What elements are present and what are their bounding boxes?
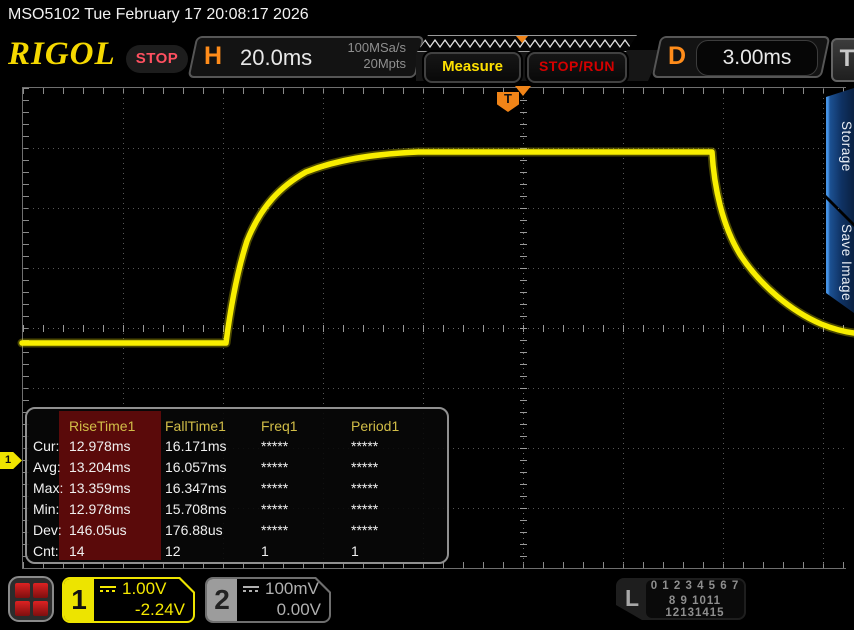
meas-cell: *****	[261, 457, 351, 478]
dc-coupling-icon	[100, 586, 116, 592]
channel-2-badge[interactable]: 2 100mV 0.00V	[205, 577, 331, 623]
meas-row-label: Dev:	[33, 520, 69, 541]
meas-cell: 1	[261, 541, 351, 562]
menu-grid-icon[interactable]	[8, 576, 54, 622]
h-label: H	[204, 42, 222, 71]
meas-corner	[33, 415, 69, 436]
grid-icon-square	[33, 601, 48, 616]
grid-icon-square	[15, 583, 30, 598]
ch2-number: 2	[207, 579, 237, 621]
timebase-value: 20.0ms	[240, 45, 312, 71]
channel-1-badge[interactable]: 1 1.00V -2.24V	[62, 577, 195, 623]
meas-row-label: Cur:	[33, 436, 69, 457]
delay-position-marker[interactable]	[516, 36, 528, 43]
status-bar-title: MSO5102 Tue February 17 20:08:17 2026	[0, 0, 854, 30]
logic-channels: 0 1 2 3 4 5 6 7 8 9 1011 12131415	[646, 580, 744, 618]
center-horizontal-ticks	[23, 325, 846, 332]
meas-cell: 14	[69, 541, 165, 562]
meas-cell: 176.88us	[165, 520, 261, 541]
logic-channels-row2: 8 9 1011 12131415	[646, 595, 744, 619]
meas-cell: 146.05us	[69, 520, 165, 541]
meas-cell: *****	[261, 520, 351, 541]
meas-cell: *****	[261, 436, 351, 457]
meas-row-label: Max:	[33, 478, 69, 499]
meas-cell: 16.347ms	[165, 478, 261, 499]
grid-line	[23, 208, 846, 209]
meas-cell: 12	[165, 541, 261, 562]
meas-cell: *****	[261, 478, 351, 499]
ch1-offset: -2.24V	[135, 600, 185, 620]
grid-icon-square	[15, 601, 30, 616]
trigger-menu-button[interactable]: T	[831, 38, 854, 82]
sample-rate: 100MSa/s	[347, 40, 406, 56]
stop-run-button[interactable]: STOP/RUN	[527, 52, 627, 83]
ch1-scale: 1.00V	[122, 579, 166, 599]
ch1-ground-marker[interactable]: 1	[0, 452, 22, 469]
meas-row-label: Min:	[33, 499, 69, 520]
meas-row-label: Cnt:	[33, 541, 69, 562]
d-label: D	[668, 42, 686, 71]
meas-cell: 16.057ms	[165, 457, 261, 478]
measurement-grid: RiseTime1 FallTime1 Freq1 Period1 Cur: 1…	[33, 415, 435, 562]
meas-cell: *****	[351, 457, 435, 478]
trigger-delay-block[interactable]: D 3.00ms	[656, 36, 826, 78]
ch2-scale: 100mV	[265, 579, 319, 599]
meas-cell: 13.204ms	[69, 457, 165, 478]
meas-cell: *****	[351, 436, 435, 457]
delay-value: 3.00ms	[696, 40, 818, 76]
memory-depth: 20Mpts	[347, 56, 406, 72]
meas-cell: *****	[351, 478, 435, 499]
meas-cell: 12.978ms	[69, 436, 165, 457]
meas-cell: 1	[351, 541, 435, 562]
horizontal-timebase-block[interactable]: H 20.0ms 100MSa/s 20Mpts	[192, 36, 420, 78]
grid-icon-square	[33, 583, 48, 598]
logic-label: L	[625, 585, 639, 612]
logic-analyzer-badge[interactable]: L 0 1 2 3 4 5 6 7 8 9 1011 12131415	[616, 578, 746, 620]
measure-button[interactable]: Measure	[424, 52, 521, 83]
grid-line	[23, 148, 846, 149]
center-vertical-ticks	[520, 88, 527, 568]
meas-cell: 12.978ms	[69, 499, 165, 520]
grid-line	[23, 388, 846, 389]
acquisition-status-badge: STOP	[126, 45, 188, 73]
meas-cell: *****	[351, 499, 435, 520]
grid-line	[23, 268, 846, 269]
meas-cell: 15.708ms	[165, 499, 261, 520]
meas-cell: *****	[351, 520, 435, 541]
dc-coupling-icon	[243, 586, 259, 592]
meas-cell: 13.359ms	[69, 478, 165, 499]
ch1-number: 1	[64, 579, 94, 621]
logic-channels-row1: 0 1 2 3 4 5 6 7	[646, 580, 744, 592]
ch2-offset: 0.00V	[277, 600, 321, 620]
meas-cell: 16.171ms	[165, 436, 261, 457]
rigol-logo: RIGOL	[8, 36, 116, 73]
measurement-panel[interactable]: RiseTime1 FallTime1 Freq1 Period1 Cur: 1…	[25, 407, 449, 564]
sample-rate-block: 100MSa/s 20Mpts	[347, 40, 406, 72]
meas-row-label: Avg:	[33, 457, 69, 478]
meas-cell: *****	[261, 499, 351, 520]
